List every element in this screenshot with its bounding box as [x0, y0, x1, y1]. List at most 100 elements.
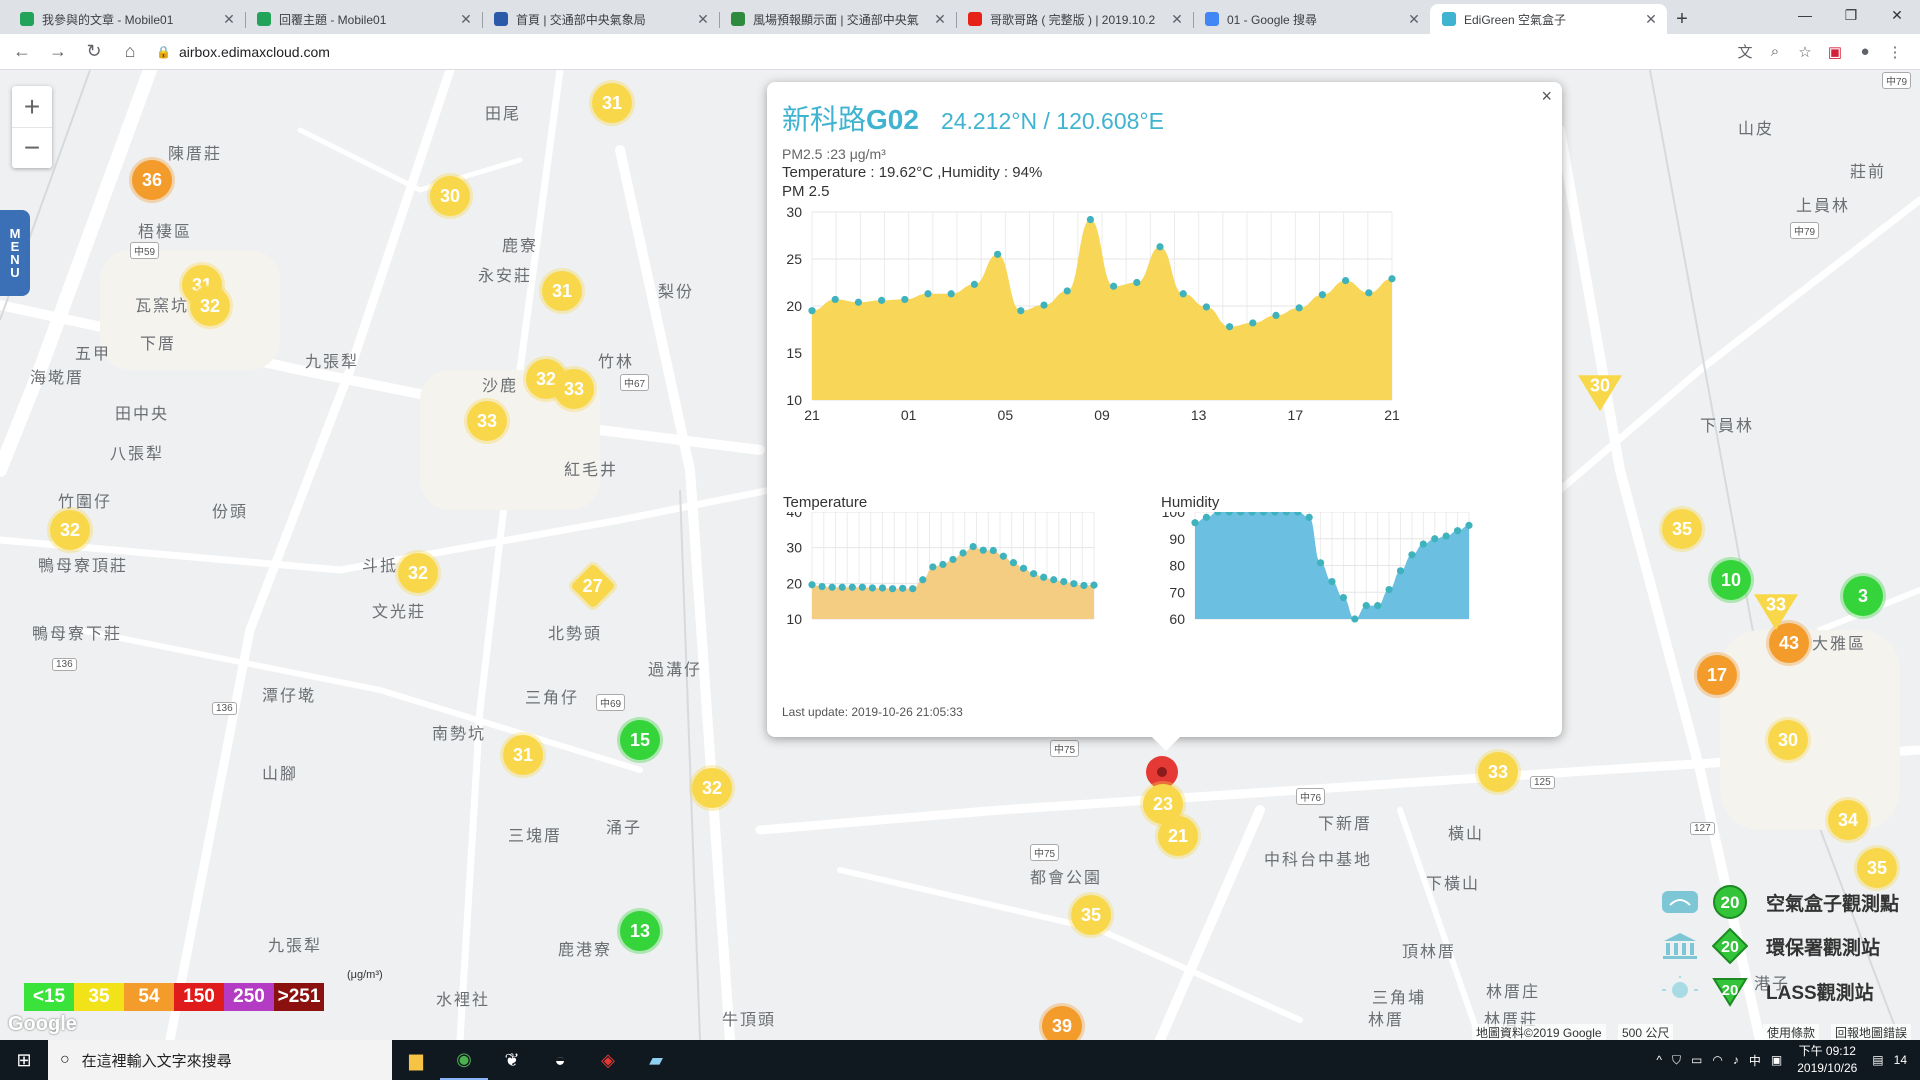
air-quality-marker[interactable]: 35: [1662, 509, 1702, 549]
notification-icon[interactable]: ▤: [1872, 1053, 1883, 1067]
wifi-icon[interactable]: ◠: [1712, 1053, 1722, 1067]
close-window-icon[interactable]: ✕: [1874, 0, 1920, 30]
toolbar-actions: 文 ⌕ ☆ ▣ ● ⋮: [1730, 38, 1920, 66]
data-point: [947, 290, 955, 298]
marker-value: 34: [1837, 809, 1859, 830]
air-quality-marker[interactable]: 32: [692, 768, 732, 808]
clock[interactable]: 下午 09:12 2019/10/26: [1797, 1043, 1857, 1077]
air-quality-marker[interactable]: 3: [1843, 576, 1883, 616]
air-quality-marker[interactable]: 39: [1042, 1006, 1082, 1040]
bookmark-star-icon[interactable]: ☆: [1790, 38, 1820, 66]
tab-close-icon[interactable]: ✕: [1406, 11, 1422, 28]
air-quality-marker[interactable]: 35: [1071, 895, 1111, 935]
translate-icon[interactable]: 文: [1730, 38, 1760, 66]
taskbar-search[interactable]: ○ 在這裡輸入文字來搜尋: [48, 1040, 392, 1080]
data-point: [1090, 581, 1098, 589]
browser-tab[interactable]: 我參與的文章 - Mobile01 ✕: [8, 4, 245, 34]
tab-close-icon[interactable]: ✕: [932, 11, 948, 28]
marker-value: 32: [407, 562, 429, 583]
browser-tab[interactable]: 哥歌哥路 ( 完整版 ) | 2019.10.2 ✕: [956, 4, 1193, 34]
tray-app-icon[interactable]: ▣: [1771, 1053, 1782, 1067]
air-quality-marker[interactable]: 21: [1158, 816, 1198, 856]
forward-icon[interactable]: →: [44, 38, 72, 66]
app-icon-red[interactable]: ◈: [584, 1040, 632, 1080]
tab-close-icon[interactable]: ✕: [221, 11, 237, 28]
air-quality-marker[interactable]: 33: [467, 401, 507, 441]
marker-value: 39: [1051, 1015, 1073, 1036]
air-quality-marker[interactable]: 32: [398, 553, 438, 593]
windows-start-icon[interactable]: ⊞: [0, 1040, 48, 1080]
chrome-icon[interactable]: ◉: [440, 1040, 488, 1080]
browser-menu-icon[interactable]: ⋮: [1880, 38, 1910, 66]
data-point: [1060, 577, 1068, 586]
data-point: [959, 549, 967, 557]
place-label: 牛頂頭: [722, 1012, 777, 1029]
data-point: [1179, 290, 1187, 298]
zoom-in-button[interactable]: +: [12, 86, 52, 127]
reload-icon[interactable]: ↻: [80, 38, 108, 66]
tray-expand-icon[interactable]: ^: [1656, 1053, 1662, 1067]
tab-close-icon[interactable]: ✕: [458, 11, 474, 28]
maximize-icon[interactable]: ❐: [1828, 0, 1874, 30]
tab-title: 哥歌哥路 ( 完整版 ) | 2019.10.2: [990, 12, 1156, 27]
air-quality-marker[interactable]: 33: [554, 369, 594, 409]
extension-icon[interactable]: ▣: [1820, 38, 1850, 66]
app-icon-blue[interactable]: ▰: [632, 1040, 680, 1080]
zoom-out-button[interactable]: −: [12, 127, 52, 168]
tab-title: 風場預報顯示面 | 交通部中央氣: [753, 12, 919, 27]
browser-tab[interactable]: 首頁 | 交通部中央氣象局 ✕: [482, 4, 719, 34]
marker-value: 32: [701, 777, 723, 798]
place-label: 文光莊: [372, 604, 427, 621]
data-point: [1351, 615, 1359, 623]
air-quality-marker[interactable]: 32: [190, 286, 230, 326]
air-quality-marker[interactable]: 31: [503, 735, 543, 775]
route-shield: 中76: [1296, 788, 1326, 805]
air-quality-marker[interactable]: 32: [50, 510, 90, 550]
browser-tab[interactable]: 回覆主題 - Mobile01 ✕: [245, 4, 482, 34]
zoom-icon[interactable]: ⌕: [1760, 38, 1790, 66]
y-tick-label: 30: [786, 204, 802, 220]
browser-tab[interactable]: 風場預報顯示面 | 交通部中央氣 ✕: [719, 4, 956, 34]
air-quality-marker[interactable]: 35: [1857, 848, 1897, 888]
account-icon[interactable]: ●: [1850, 38, 1880, 66]
tray-shield-icon[interactable]: ⛉: [1672, 1053, 1681, 1068]
air-quality-marker[interactable]: 33: [1478, 752, 1518, 792]
place-label: 九張犁: [305, 354, 360, 371]
air-quality-marker[interactable]: 10: [1711, 560, 1751, 600]
close-popup-button[interactable]: ×: [1541, 86, 1552, 107]
air-quality-marker[interactable]: 31: [592, 83, 632, 123]
browser-tab[interactable]: EdiGreen 空氣盒子 ✕: [1430, 4, 1667, 34]
volume-icon[interactable]: ♪: [1733, 1053, 1739, 1067]
browser-tab[interactable]: 01 - Google 搜尋 ✕: [1193, 4, 1430, 34]
air-quality-marker[interactable]: 34: [1828, 800, 1868, 840]
terms-link[interactable]: 使用條款: [1763, 1024, 1820, 1041]
tab-close-icon[interactable]: ✕: [695, 11, 711, 28]
app-icon-globe[interactable]: ◒: [536, 1040, 584, 1080]
air-quality-marker[interactable]: 17: [1697, 655, 1737, 695]
y-tick-label: 80: [1169, 558, 1185, 574]
air-quality-marker[interactable]: 36: [132, 160, 172, 200]
data-point: [1342, 277, 1350, 285]
ime-indicator[interactable]: 中: [1749, 1052, 1761, 1069]
file-explorer-icon[interactable]: ▆: [392, 1040, 440, 1080]
tab-close-icon[interactable]: ✕: [1169, 11, 1185, 28]
air-quality-marker[interactable]: 15: [620, 720, 660, 760]
battery-icon[interactable]: ▭: [1691, 1053, 1702, 1067]
address-bar[interactable]: 🔒 airbox.edimaxcloud.com: [156, 38, 1706, 66]
air-quality-marker[interactable]: 31: [542, 271, 582, 311]
place-label: 大雅區: [1812, 636, 1867, 653]
report-error-link[interactable]: 回報地圖錯誤: [1831, 1024, 1912, 1041]
marker-value: 31: [551, 280, 573, 301]
back-icon[interactable]: ←: [8, 38, 36, 66]
minimize-icon[interactable]: —: [1782, 0, 1828, 30]
air-quality-marker[interactable]: 13: [620, 911, 660, 951]
air-quality-marker[interactable]: 30: [1768, 720, 1808, 760]
home-icon[interactable]: ⌂: [116, 38, 144, 66]
menu-tab[interactable]: MENU: [0, 210, 30, 296]
place-label: 上員林: [1796, 198, 1851, 215]
tab-close-icon[interactable]: ✕: [1643, 11, 1659, 28]
app-icon-rabbit[interactable]: ❦: [488, 1040, 536, 1080]
air-quality-marker[interactable]: 30: [430, 176, 470, 216]
place-label: 都會公園: [1030, 870, 1103, 887]
new-tab-button[interactable]: +: [1667, 4, 1697, 34]
